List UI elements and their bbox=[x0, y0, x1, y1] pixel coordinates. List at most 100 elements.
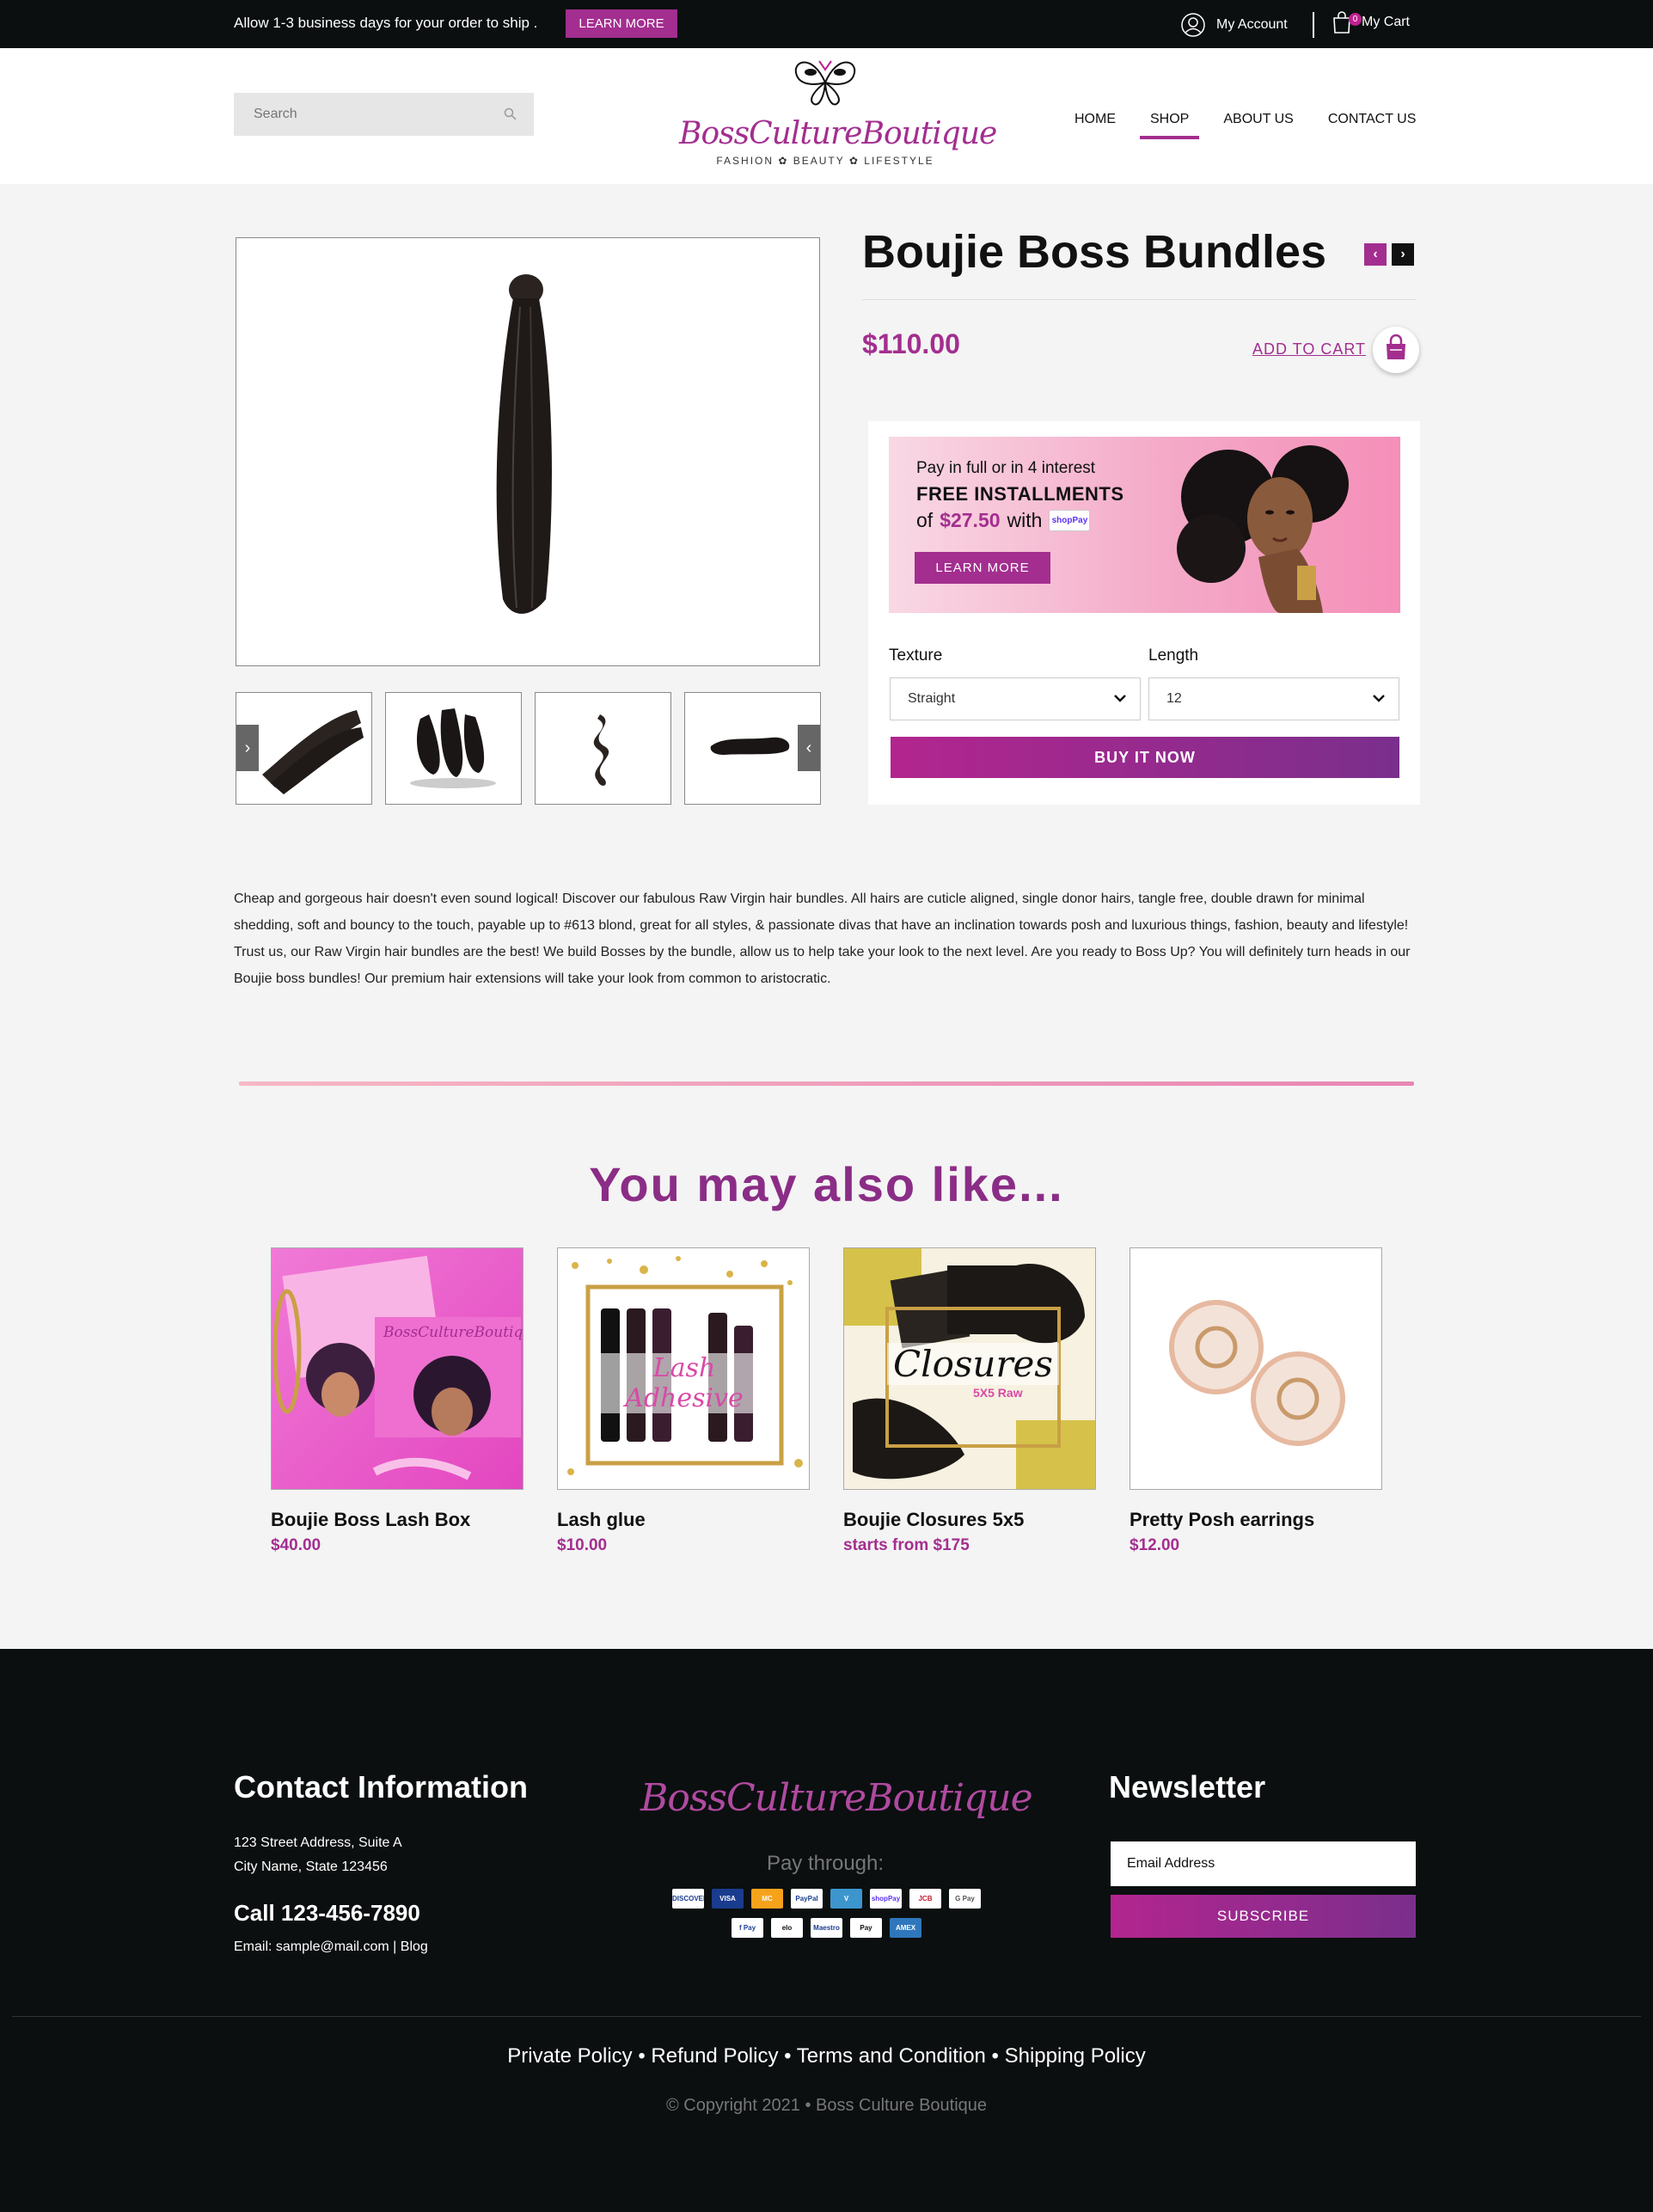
related-product-price: $12.00 bbox=[1130, 1536, 1180, 1554]
butterfly-icon bbox=[794, 60, 856, 106]
search-icon[interactable] bbox=[504, 107, 517, 120]
closures-image[interactable]: Closures 5X5 Raw bbox=[843, 1247, 1096, 1490]
hair-bundle-image bbox=[496, 274, 552, 614]
venmo-icon: V bbox=[830, 1889, 862, 1909]
related-product-price: starts from $175 bbox=[843, 1536, 970, 1554]
newsletter-email-input[interactable]: Email Address bbox=[1111, 1841, 1416, 1886]
product-title: Boujie Boss Bundles bbox=[862, 226, 1327, 278]
footer-divider bbox=[12, 2016, 1641, 2017]
nav-contact-us[interactable]: CONTACT US bbox=[1311, 112, 1434, 139]
discover-icon: DISCOVER bbox=[672, 1889, 704, 1909]
my-cart-link[interactable]: 0 My Cart bbox=[1331, 10, 1410, 34]
lash-glue-image[interactable]: Lash Adhesive bbox=[557, 1247, 810, 1490]
length-label: Length bbox=[1148, 646, 1199, 665]
elo-icon: elo bbox=[771, 1918, 803, 1938]
search-input[interactable] bbox=[234, 93, 483, 136]
chevron-down-icon bbox=[1373, 695, 1385, 702]
texture-select[interactable]: Straight bbox=[890, 677, 1141, 720]
length-value: 12 bbox=[1166, 691, 1182, 706]
subscribe-button[interactable]: SUBSCRIBE bbox=[1111, 1895, 1416, 1938]
phone-number[interactable]: Call 123-456-7890 bbox=[234, 1900, 420, 1927]
product-description: Cheap and gorgeous hair doesn't even sou… bbox=[234, 892, 1411, 986]
earrings-image[interactable] bbox=[1130, 1247, 1382, 1490]
learn-more-button[interactable]: LEARN MORE bbox=[566, 9, 677, 38]
maestro-icon: Maestro bbox=[811, 1918, 842, 1938]
shopping-bag-icon bbox=[1387, 334, 1405, 359]
address-line-1: 123 Street Address, Suite A bbox=[234, 1835, 402, 1850]
title-divider bbox=[862, 299, 1416, 300]
closures-sub: 5X5 Raw bbox=[973, 1386, 1023, 1400]
prev-product-arrow[interactable]: ‹ bbox=[1364, 243, 1387, 266]
installment-amount: $27.50 bbox=[940, 509, 1001, 531]
copyright: © Copyright 2021 • Boss Culture Boutique bbox=[665, 2096, 988, 2115]
site-logo[interactable]: BossCultureBoutique FASHION ✿ BEAUTY ✿ L… bbox=[679, 57, 997, 177]
pay-through-label: Pay through: bbox=[766, 1852, 885, 1875]
nav-shop[interactable]: SHOP bbox=[1133, 112, 1206, 139]
related-product-card[interactable]: Closures 5X5 Raw Boujie Closures 5x5 sta… bbox=[843, 1247, 1096, 1555]
amex-icon: AMEX bbox=[890, 1918, 921, 1938]
policy-links[interactable]: Private Policy • Refund Policy • Terms a… bbox=[0, 2044, 1653, 2068]
installments-banner: Pay in full or in 4 interest FREE INSTAL… bbox=[889, 437, 1400, 613]
lash-glue-title: Lash Adhesive bbox=[592, 1353, 776, 1413]
top-bar: Allow 1-3 business days for your order t… bbox=[0, 0, 1653, 48]
nav-home[interactable]: HOME bbox=[1057, 112, 1133, 139]
section-divider bbox=[239, 1081, 1414, 1086]
thumbnail-prev-arrow[interactable]: ‹ bbox=[798, 725, 820, 771]
buy-it-now-button[interactable]: BUY IT NOW bbox=[891, 737, 1399, 778]
related-product-price: $10.00 bbox=[557, 1536, 608, 1554]
lash-box-brand: BossCultureBoutique bbox=[383, 1324, 523, 1341]
my-account-link[interactable]: My Account bbox=[1180, 12, 1288, 38]
next-product-arrow[interactable]: › bbox=[1392, 243, 1414, 266]
add-to-cart-link[interactable]: ADD TO CART bbox=[1252, 340, 1366, 358]
promo-with: with bbox=[1007, 509, 1043, 531]
user-icon bbox=[1181, 13, 1205, 37]
logo-tagline: FASHION ✿ BEAUTY ✿ LIFESTYLE bbox=[716, 155, 934, 167]
promo-of: of bbox=[916, 509, 934, 531]
related-product-card[interactable]: BossCultureBoutique Boujie Boss Lash Box… bbox=[271, 1247, 523, 1555]
cart-count-badge: 0 bbox=[1349, 13, 1362, 26]
promo-line-1: Pay in full or in 4 interest bbox=[916, 459, 1096, 477]
thumbnail-next-arrow[interactable]: › bbox=[236, 725, 259, 771]
promo-line-3: of $27.50 with shopPay bbox=[916, 509, 1091, 532]
product-main-image[interactable] bbox=[236, 237, 820, 666]
address-line-2: City Name, State 123456 bbox=[234, 1860, 388, 1874]
length-select[interactable]: 12 bbox=[1148, 677, 1399, 720]
thumbnail-strip: › ‹ bbox=[236, 692, 821, 805]
chevron-down-icon bbox=[1114, 695, 1126, 702]
jcb-icon: JCB bbox=[909, 1889, 941, 1909]
related-product-card[interactable]: Pretty Posh earrings $12.00 bbox=[1130, 1247, 1382, 1555]
payment-icons-row-1: DISCOVER VISA MC PayPal V shopPay JCB G … bbox=[672, 1889, 981, 1909]
purchase-panel: Pay in full or in 4 interest FREE INSTAL… bbox=[868, 421, 1420, 805]
mastercard-icon: MC bbox=[751, 1889, 783, 1909]
related-product-name[interactable]: Boujie Closures 5x5 bbox=[843, 1509, 1096, 1531]
facebook-pay-icon: f Pay bbox=[732, 1918, 763, 1938]
related-product-card[interactable]: Lash Adhesive Lash glue $10.00 bbox=[557, 1247, 810, 1555]
payment-icons-row-2: f Pay elo Maestro Pay AMEX bbox=[732, 1918, 921, 1938]
visa-icon: VISA bbox=[712, 1889, 744, 1909]
nav-about-us[interactable]: ABOUT US bbox=[1206, 112, 1311, 139]
related-heading: You may also like... bbox=[589, 1157, 1064, 1211]
texture-value: Straight bbox=[908, 691, 956, 706]
add-to-cart-button[interactable] bbox=[1373, 327, 1419, 373]
email-blog-line[interactable]: Email: sample@mail.com | Blog bbox=[234, 1939, 428, 1955]
related-product-name[interactable]: Lash glue bbox=[557, 1509, 810, 1531]
shipping-notice: Allow 1-3 business days for your order t… bbox=[234, 15, 538, 31]
footer-logo[interactable]: BossCultureBoutique bbox=[640, 1776, 1033, 1820]
logo-text: BossCultureBoutique bbox=[679, 116, 997, 151]
site-header: BossCultureBoutique FASHION ✿ BEAUTY ✿ L… bbox=[0, 48, 1653, 184]
topbar-divider bbox=[1313, 12, 1314, 38]
thumbnail-3[interactable] bbox=[535, 692, 671, 805]
site-footer: Contact Information 123 Street Address, … bbox=[0, 1649, 1653, 2212]
related-product-name[interactable]: Boujie Boss Lash Box bbox=[271, 1509, 523, 1531]
main-nav: HOME SHOP ABOUT US CONTACT US bbox=[1057, 112, 1433, 139]
related-product-name[interactable]: Pretty Posh earrings bbox=[1130, 1509, 1382, 1531]
account-label: My Account bbox=[1216, 17, 1288, 32]
promo-learn-more-button[interactable]: LEARN MORE bbox=[915, 552, 1050, 584]
apple-pay-icon: Pay bbox=[850, 1918, 882, 1938]
thumbnail-2[interactable] bbox=[385, 692, 522, 805]
model-photo bbox=[1177, 445, 1349, 613]
lash-box-image[interactable]: BossCultureBoutique bbox=[271, 1247, 523, 1490]
texture-label: Texture bbox=[889, 646, 943, 665]
search-box[interactable] bbox=[234, 93, 534, 136]
shoppay-icon: shopPay bbox=[870, 1889, 902, 1909]
